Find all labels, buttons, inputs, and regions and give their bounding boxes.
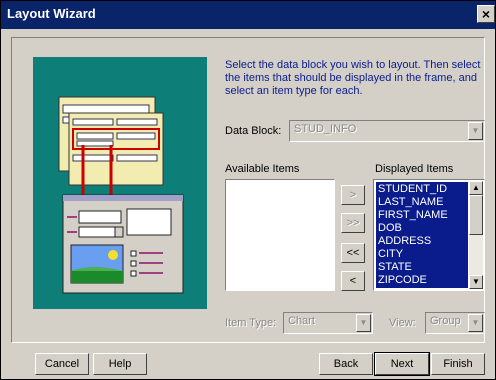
data-block-label: Data Block:	[225, 125, 282, 137]
finish-label: Finish	[443, 358, 473, 370]
help-button[interactable]: Help	[93, 353, 147, 375]
remove-item-label: <	[349, 275, 357, 287]
displayed-item[interactable]: DOB	[378, 222, 402, 234]
displayed-item[interactable]: FIRST_NAME	[378, 209, 448, 221]
add-all-label: >>	[346, 217, 360, 229]
available-items-list[interactable]	[225, 179, 335, 291]
wizard-illustration	[33, 57, 207, 309]
scroll-up-button[interactable]: ▲	[469, 181, 483, 195]
displayed-items-list[interactable]: STUDENT_ID LAST_NAME FIRST_NAME DOB ADDR…	[373, 179, 485, 291]
available-items-label: Available Items	[225, 163, 300, 175]
title-bar[interactable]: Layout Wizard ×	[1, 1, 495, 29]
item-type-select[interactable]: Chart ▼	[283, 312, 373, 334]
help-label: Help	[108, 358, 132, 370]
close-button[interactable]: ×	[477, 5, 495, 23]
item-type-dropdown-button[interactable]: ▼	[356, 314, 371, 332]
chevron-up-icon: ▲	[472, 183, 480, 192]
finish-button[interactable]: Finish	[431, 353, 485, 375]
displayed-items-scrollbar[interactable]: ▲ ▼	[469, 181, 483, 289]
displayed-item[interactable]: ZIPCODE	[378, 274, 427, 286]
displayed-item[interactable]: STATE	[378, 261, 412, 273]
layout-illustration-icon	[58, 96, 184, 294]
chevron-down-icon: ▼	[471, 126, 480, 135]
add-item-button[interactable]: >	[341, 185, 365, 205]
data-block-value: STUD_INFO	[294, 123, 357, 135]
cancel-button[interactable]: Cancel	[35, 353, 89, 375]
view-label: View:	[389, 317, 416, 329]
next-button[interactable]: Next	[374, 352, 430, 376]
displayed-items-label: Displayed Items	[375, 163, 454, 175]
displayed-item[interactable]: LAST_NAME	[378, 196, 443, 208]
remove-all-items-button[interactable]: <<	[341, 243, 365, 263]
data-block-select[interactable]: STUD_INFO ▼	[289, 120, 485, 142]
back-button[interactable]: Back	[319, 353, 373, 375]
displayed-item[interactable]: STUDENT_ID	[378, 183, 447, 195]
displayed-item[interactable]: ADDRESS	[378, 235, 431, 247]
add-all-items-button[interactable]: >>	[341, 213, 365, 233]
instructions-text: Select the data block you wish to layout…	[225, 59, 481, 97]
chevron-down-icon: ▼	[472, 277, 480, 286]
displayed-item[interactable]: CITY	[378, 248, 403, 260]
layout-wizard-window: Layout Wizard × Select the data block yo…	[0, 0, 496, 380]
view-select[interactable]: Group ▼	[425, 312, 485, 334]
back-label: Back	[333, 358, 359, 370]
item-type-label: Item Type:	[225, 317, 277, 329]
scroll-thumb[interactable]	[469, 195, 483, 235]
chevron-down-icon: ▼	[359, 318, 368, 327]
item-type-value: Chart	[288, 315, 315, 327]
cancel-label: Cancel	[44, 358, 80, 370]
scroll-down-button[interactable]: ▼	[469, 275, 483, 289]
view-value: Group	[430, 315, 461, 327]
add-item-label: >	[349, 189, 357, 201]
chevron-down-icon: ▼	[471, 318, 480, 327]
remove-item-button[interactable]: <	[341, 271, 365, 291]
remove-all-label: <<	[346, 247, 360, 259]
view-dropdown-button[interactable]: ▼	[468, 314, 483, 332]
next-label: Next	[390, 358, 414, 370]
window-title: Layout Wizard	[7, 6, 96, 21]
close-icon: ×	[481, 6, 491, 22]
data-block-dropdown-button[interactable]: ▼	[468, 122, 483, 140]
